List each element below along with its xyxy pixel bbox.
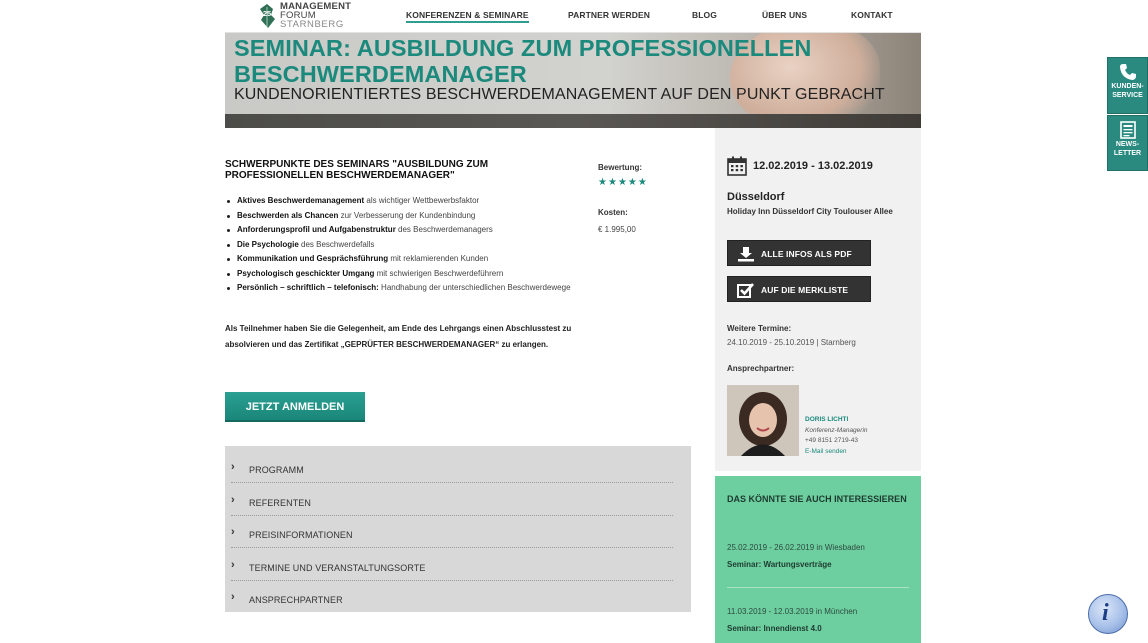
related-item-date: 11.03.2019 - 12.03.2019 in München xyxy=(727,607,858,616)
register-button[interactable]: JETZT ANMELDEN xyxy=(225,392,365,422)
event-sidebar: 12.02.2019 - 13.02.2019 Düsseldorf Holid… xyxy=(715,128,921,471)
logo-leaf-icon: 25 xyxy=(260,4,275,28)
focus-list-item: Kommunikation und Gesprächsführung mit r… xyxy=(225,252,575,267)
chevron-right-icon: › xyxy=(231,461,235,473)
chevron-right-icon: › xyxy=(231,559,235,571)
event-date: 12.02.2019 - 13.02.2019 xyxy=(753,160,873,172)
page-subtitle: KUNDENORIENTIERTES BESCHWERDEMANAGEMENT … xyxy=(234,86,885,103)
rating-label: Bewertung: xyxy=(598,163,642,172)
nav-kontakt[interactable]: KONTAKT xyxy=(851,10,893,20)
accordion-item-programm[interactable]: › PROGRAMM xyxy=(231,451,673,483)
chevron-right-icon: › xyxy=(231,591,235,603)
hero-bottom-strip xyxy=(225,114,921,128)
related-title: DAS KÖNNTE SIE AUCH INTERESSIEREN xyxy=(727,494,907,504)
accordion-item-referenten[interactable]: › REFERENTEN xyxy=(231,484,673,516)
accordion: › PROGRAMM › REFERENTEN › PREISINFORMATI… xyxy=(225,446,691,612)
accordion-label: ANSPRECHPARTNER xyxy=(249,595,343,605)
contact-label: Ansprechpartner: xyxy=(727,364,795,373)
tab-label-line2: LETTER xyxy=(1113,150,1142,157)
accordion-item-termine[interactable]: › TERMINE UND VERANSTALTUNGSORTE xyxy=(231,549,673,581)
accordion-label: PROGRAMM xyxy=(249,465,304,475)
star-icon: ★ xyxy=(617,177,628,188)
contact-mail-link[interactable]: E-Mail senden xyxy=(805,447,868,458)
phone-icon xyxy=(1119,64,1136,80)
page-title-line1: SEMINAR: AUSBILDUNG ZUM PROFESSIONELLEN xyxy=(234,35,812,61)
cost-value: € 1.995,00 xyxy=(598,225,636,234)
info-icon: i xyxy=(1102,600,1109,626)
newspaper-icon xyxy=(1119,121,1136,139)
pdf-button-label: ALLE INFOS ALS PDF xyxy=(761,249,852,259)
tab-label-line1: NEWS- xyxy=(1115,141,1140,148)
related-item-date: 25.02.2019 - 26.02.2019 in Wiesbaden xyxy=(727,543,865,552)
nav-ueber-uns[interactable]: ÜBER UNS xyxy=(762,10,807,20)
star-icon: ★ xyxy=(627,177,638,188)
related-item-link[interactable]: Seminar: Wartungsverträge xyxy=(727,560,832,569)
person-portrait-icon xyxy=(727,385,799,456)
info-button[interactable]: i xyxy=(1088,594,1128,634)
newsletter-tab[interactable]: NEWS- LETTER xyxy=(1107,115,1148,171)
focus-list: Aktives Beschwerdemanagement als wichtig… xyxy=(225,194,575,296)
tab-label-line2: SERVICE xyxy=(1112,92,1143,99)
pdf-download-button[interactable]: ALLE INFOS ALS PDF xyxy=(727,240,871,266)
chevron-right-icon: › xyxy=(231,494,235,506)
focus-list-item: Psychologisch geschickter Umgang mit sch… xyxy=(225,267,575,282)
further-dates[interactable]: 24.10.2019 - 25.10.2019 | Starnberg xyxy=(727,338,856,347)
contact-name: DORIS LICHTI xyxy=(805,416,849,423)
focus-list-item: Anforderungsprofil und Aufgabenstruktur … xyxy=(225,223,575,238)
calendar-icon xyxy=(727,156,747,176)
page-title-line2: BESCHWERDEMANAGER xyxy=(234,61,527,87)
site-header: 25 MANAGEMENT FORUM STARNBERG KONFERENZE… xyxy=(225,0,921,33)
nav-partner-werden[interactable]: PARTNER WERDEN xyxy=(568,10,650,20)
merkliste-button-label: AUF DIE MERKLISTE xyxy=(761,285,849,295)
logo-text-line3: STARNBERG xyxy=(280,19,344,30)
chevron-right-icon: › xyxy=(231,526,235,538)
related-seminars: DAS KÖNNTE SIE AUCH INTERESSIEREN 25.02.… xyxy=(715,476,921,643)
event-city: Düsseldorf xyxy=(727,191,785,203)
star-icon: ★ xyxy=(598,177,608,188)
accordion-item-ansprechpartner[interactable]: › ANSPRECHPARTNER xyxy=(231,581,673,613)
star-icon: ★ xyxy=(637,177,648,188)
page-title: SEMINAR: AUSBILDUNG ZUM PROFESSIONELLEN … xyxy=(234,35,811,87)
rating-stars: ★★★★★ xyxy=(598,177,648,188)
contact-role: Konferenz-Managerin xyxy=(805,426,868,434)
accordion-label: TERMINE UND VERANSTALTUNGSORTE xyxy=(249,563,426,573)
contact-card: DORIS LICHTI Konferenz-Managerin +49 815… xyxy=(805,415,868,457)
contact-photo xyxy=(727,385,799,456)
participants-text: Als Teilnehmer haben Sie die Gelegenheit… xyxy=(225,324,572,349)
focus-list-item: Beschwerden als Chancen zur Verbesserung… xyxy=(225,209,575,224)
further-dates-label: Weitere Termine: xyxy=(727,324,792,333)
contact-phone: +49 8151 2719-43 xyxy=(805,437,858,444)
divider xyxy=(727,587,909,588)
nav-blog[interactable]: BLOG xyxy=(692,10,717,20)
nav-konferenzen-seminare[interactable]: KONFERENZEN & SEMINARE xyxy=(406,10,529,23)
accordion-label: REFERENTEN xyxy=(249,498,312,508)
svg-text:25: 25 xyxy=(263,9,271,18)
checkbox-check-icon xyxy=(737,283,754,298)
merkliste-button[interactable]: AUF DIE MERKLISTE xyxy=(727,276,871,302)
hero-banner: SEMINAR: AUSBILDUNG ZUM PROFESSIONELLEN … xyxy=(225,33,921,128)
focus-list-item: Persönlich – schriftlich – telefonisch: … xyxy=(225,281,575,296)
focus-list-item: Aktives Beschwerdemanagement als wichtig… xyxy=(225,194,575,209)
star-icon: ★ xyxy=(607,177,618,188)
customer-service-tab[interactable]: KUNDEN- SERVICE xyxy=(1107,57,1148,114)
section-title: SCHWERPUNKTE DES SEMINARS "AUSBILDUNG ZU… xyxy=(225,159,489,181)
logo[interactable]: 25 MANAGEMENT FORUM STARNBERG xyxy=(258,2,358,31)
tab-label-line1: KUNDEN- xyxy=(1111,83,1144,90)
event-venue: Holiday Inn Düsseldorf City Toulouser Al… xyxy=(727,207,893,216)
accordion-item-preisinformationen[interactable]: › PREISINFORMATIONEN xyxy=(231,516,673,548)
accordion-label: PREISINFORMATIONEN xyxy=(249,530,353,540)
download-icon xyxy=(738,247,754,262)
focus-list-item: Die Psychologie des Beschwerdefalls xyxy=(225,238,575,253)
cost-label: Kosten: xyxy=(598,208,628,217)
related-item-link[interactable]: Seminar: Innendienst 4.0 xyxy=(727,624,822,633)
